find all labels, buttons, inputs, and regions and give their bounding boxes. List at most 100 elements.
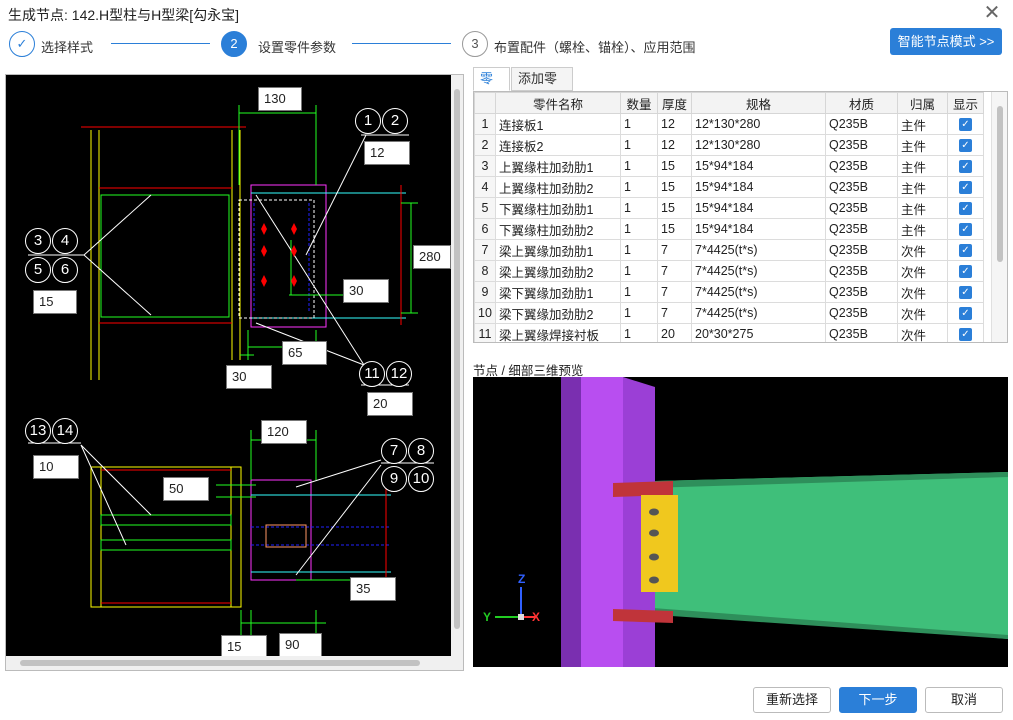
material-cell[interactable]: Q235B — [825, 176, 898, 198]
spec-cell[interactable]: 12*130*280 — [691, 113, 826, 135]
material-cell[interactable]: Q235B — [825, 302, 898, 324]
spec-cell[interactable]: 15*94*184 — [691, 218, 826, 240]
col-header-material[interactable]: 材质 — [825, 92, 898, 114]
spec-cell[interactable]: 7*4425(t*s) — [691, 302, 826, 324]
dim-30-right[interactable]: 30 — [343, 279, 389, 303]
thickness-cell[interactable]: 15 — [657, 218, 692, 240]
material-cell[interactable]: Q235B — [825, 155, 898, 177]
material-cell[interactable]: Q235B — [825, 260, 898, 282]
owner-cell[interactable]: 次件 — [897, 281, 948, 303]
dim-280[interactable]: 280 — [413, 245, 451, 269]
thickness-cell[interactable]: 7 — [657, 260, 692, 282]
quantity-cell[interactable]: 1 — [620, 281, 658, 303]
cancel-button[interactable]: 取消 — [925, 687, 1003, 713]
table-row[interactable]: 8 梁上翼缘加劲肋2 1 7 7*4425(t*s) Q235B 次件 ✓ — [474, 260, 984, 282]
part-name-cell[interactable]: 梁下翼缘加劲肋1 — [495, 281, 621, 303]
owner-cell[interactable]: 主件 — [897, 113, 948, 135]
col-header-qty[interactable]: 数量 — [620, 92, 658, 114]
material-cell[interactable]: Q235B — [825, 239, 898, 261]
thickness-cell[interactable]: 12 — [657, 113, 692, 135]
dim-130[interactable]: 130 — [258, 87, 302, 111]
owner-cell[interactable]: 次件 — [897, 302, 948, 324]
thickness-cell[interactable]: 12 — [657, 134, 692, 156]
spec-cell[interactable]: 7*4425(t*s) — [691, 260, 826, 282]
table-row[interactable]: 2 连接板2 1 12 12*130*280 Q235B 主件 ✓ — [474, 134, 984, 156]
dim-10[interactable]: 10 — [33, 455, 79, 479]
spec-cell[interactable]: 20*30*275 — [691, 323, 826, 342]
thickness-cell[interactable]: 15 — [657, 176, 692, 198]
dim-20[interactable]: 20 — [367, 392, 413, 416]
spec-cell[interactable]: 12*130*280 — [691, 134, 826, 156]
owner-cell[interactable]: 主件 — [897, 176, 948, 198]
col-header-spec[interactable]: 规格 — [691, 92, 826, 114]
quantity-cell[interactable]: 1 — [620, 176, 658, 198]
table-row[interactable]: 6 下翼缘柱加劲肋2 1 15 15*94*184 Q235B 主件 ✓ — [474, 218, 984, 240]
col-header-name[interactable]: 零件名称 — [495, 92, 621, 114]
dim-120[interactable]: 120 — [261, 420, 307, 444]
visible-checkbox[interactable]: ✓ — [959, 307, 972, 321]
owner-cell[interactable]: 主件 — [897, 218, 948, 240]
thickness-cell[interactable]: 15 — [657, 197, 692, 219]
dim-35[interactable]: 35 — [350, 577, 396, 601]
col-header-owner[interactable]: 归属 — [897, 92, 948, 114]
part-name-cell[interactable]: 上翼缘柱加劲肋2 — [495, 176, 621, 198]
owner-cell[interactable]: 主件 — [897, 134, 948, 156]
owner-cell[interactable]: 主件 — [897, 155, 948, 177]
table-row[interactable]: 3 上翼缘柱加劲肋1 1 15 15*94*184 Q235B 主件 ✓ — [474, 155, 984, 177]
owner-cell[interactable]: 次件 — [897, 260, 948, 282]
table-vertical-scrollbar[interactable] — [991, 92, 1007, 342]
quantity-cell[interactable]: 1 — [620, 113, 658, 135]
canvas-vertical-scroll-thumb[interactable] — [454, 89, 460, 629]
thickness-cell[interactable]: 7 — [657, 281, 692, 303]
canvas-horizontal-scroll-thumb[interactable] — [20, 660, 420, 666]
spec-cell[interactable]: 15*94*184 — [691, 155, 826, 177]
dim-12[interactable]: 12 — [364, 141, 410, 165]
table-scroll-thumb[interactable] — [997, 106, 1003, 262]
table-row[interactable]: 1 连接板1 1 12 12*130*280 Q235B 主件 ✓ — [474, 113, 984, 135]
quantity-cell[interactable]: 1 — [620, 197, 658, 219]
table-row[interactable]: 4 上翼缘柱加劲肋2 1 15 15*94*184 Q235B 主件 ✓ — [474, 176, 984, 198]
owner-cell[interactable]: 主件 — [897, 197, 948, 219]
spec-cell[interactable]: 7*4425(t*s) — [691, 281, 826, 303]
dim-50[interactable]: 50 — [163, 477, 209, 501]
thickness-cell[interactable]: 20 — [657, 323, 692, 342]
close-icon[interactable]: ✕ — [981, 2, 1003, 24]
dim-30-bottom[interactable]: 30 — [226, 365, 272, 389]
3d-preview-viewport[interactable]: Z Y X — [473, 377, 1008, 667]
cad-drawing-canvas[interactable]: 130 12 280 15 30 65 30 20 120 10 50 35 1… — [5, 74, 464, 671]
tab-parts[interactable]: 零件 — [473, 67, 510, 108]
quantity-cell[interactable]: 1 — [620, 260, 658, 282]
visible-checkbox[interactable]: ✓ — [959, 244, 972, 258]
visible-checkbox[interactable]: ✓ — [959, 139, 972, 153]
owner-cell[interactable]: 次件 — [897, 239, 948, 261]
visible-checkbox[interactable]: ✓ — [959, 181, 972, 195]
material-cell[interactable]: Q235B — [825, 281, 898, 303]
part-name-cell[interactable]: 下翼缘柱加劲肋2 — [495, 218, 621, 240]
canvas-horizontal-scrollbar[interactable] — [6, 656, 463, 670]
spec-cell[interactable]: 15*94*184 — [691, 197, 826, 219]
visible-checkbox[interactable]: ✓ — [959, 223, 972, 237]
owner-cell[interactable]: 次件 — [897, 323, 948, 342]
material-cell[interactable]: Q235B — [825, 134, 898, 156]
material-cell[interactable]: Q235B — [825, 218, 898, 240]
material-cell[interactable]: Q235B — [825, 113, 898, 135]
visible-checkbox[interactable]: ✓ — [959, 265, 972, 279]
part-name-cell[interactable]: 梁上翼缘焊接衬板 — [495, 323, 621, 342]
thickness-cell[interactable]: 7 — [657, 239, 692, 261]
quantity-cell[interactable]: 1 — [620, 134, 658, 156]
smart-node-mode-button[interactable]: 智能节点模式 >> — [890, 28, 1002, 55]
reselect-button[interactable]: 重新选择 — [753, 687, 831, 713]
visible-checkbox[interactable]: ✓ — [959, 160, 972, 174]
next-button[interactable]: 下一步 — [839, 687, 917, 713]
thickness-cell[interactable]: 7 — [657, 302, 692, 324]
col-header-thickness[interactable]: 厚度 — [657, 92, 692, 114]
table-row[interactable]: 7 梁上翼缘加劲肋1 1 7 7*4425(t*s) Q235B 次件 ✓ — [474, 239, 984, 261]
table-row[interactable]: 5 下翼缘柱加劲肋1 1 15 15*94*184 Q235B 主件 ✓ — [474, 197, 984, 219]
part-name-cell[interactable]: 连接板1 — [495, 113, 621, 135]
quantity-cell[interactable]: 1 — [620, 155, 658, 177]
quantity-cell[interactable]: 1 — [620, 323, 658, 342]
quantity-cell[interactable]: 1 — [620, 218, 658, 240]
quantity-cell[interactable]: 1 — [620, 239, 658, 261]
visible-checkbox[interactable]: ✓ — [959, 202, 972, 216]
part-name-cell[interactable]: 上翼缘柱加劲肋1 — [495, 155, 621, 177]
